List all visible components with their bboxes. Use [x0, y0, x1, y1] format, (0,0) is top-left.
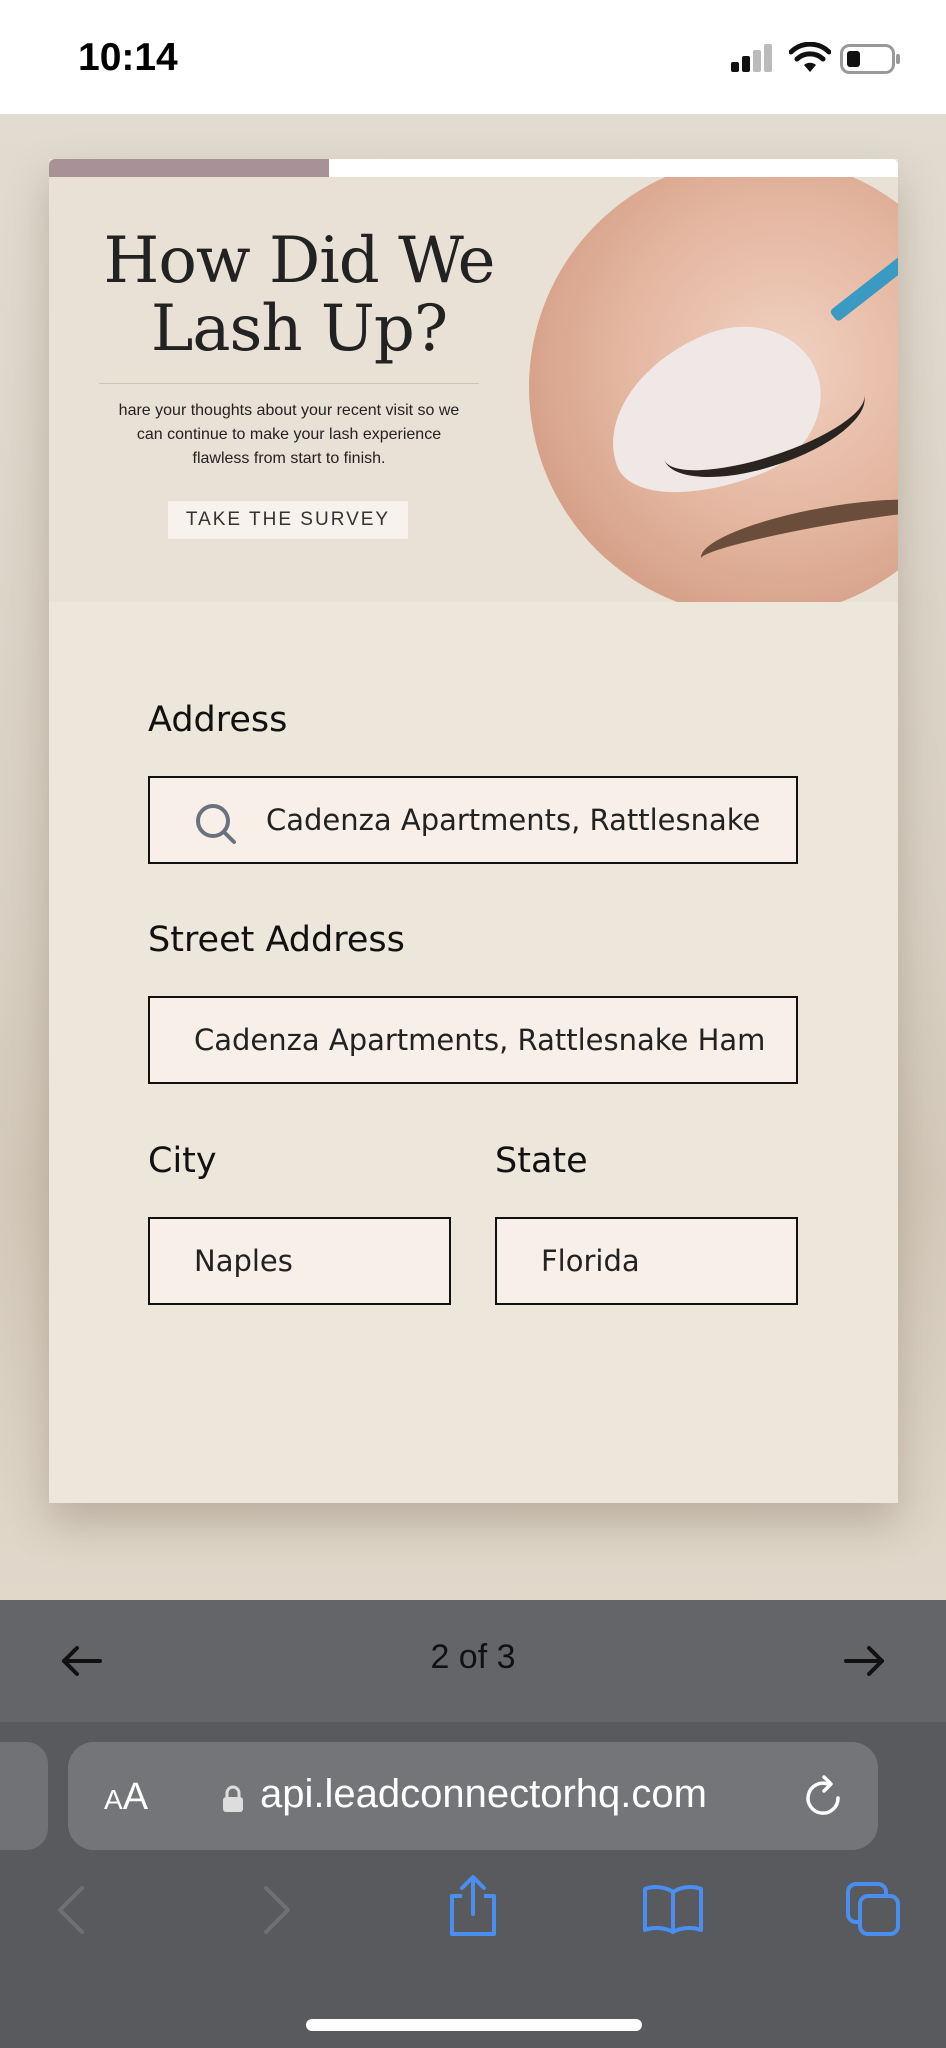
address-search-input[interactable]: Cadenza Apartments, Rattlesnake: [148, 776, 798, 864]
battery-icon: [840, 44, 900, 74]
banner-divider: [99, 383, 479, 384]
city-label: City: [148, 1141, 217, 1181]
reload-icon[interactable]: [802, 1772, 846, 1820]
reader-settings-button[interactable]: AA: [104, 1776, 148, 1819]
address-label: Address: [148, 700, 288, 740]
address-bar[interactable]: AA api.leadconnectorhq.com: [68, 1742, 878, 1850]
lock-icon: [223, 1785, 243, 1812]
progress-fill: [49, 159, 330, 177]
browser-toolbar: AA api.leadconnectorhq.com: [0, 1722, 946, 2048]
street-address-label: Street Address: [148, 920, 405, 960]
banner-subtitle: hare your thoughts about your recent vis…: [118, 402, 460, 467]
forward-icon[interactable]: [256, 1882, 296, 1938]
tabs-icon[interactable]: [846, 1882, 902, 1938]
survey-card: How Did We Lash Up? hare your thoughts a…: [49, 159, 898, 1503]
street-address-input[interactable]: Cadenza Apartments, Rattlesnake Ham: [148, 996, 798, 1084]
url-text: api.leadconnectorhq.com: [260, 1772, 707, 1816]
state-label: State: [495, 1141, 588, 1181]
status-time: 10:14: [78, 36, 178, 79]
bookmarks-icon[interactable]: [642, 1882, 704, 1934]
search-icon: [196, 804, 236, 844]
take-survey-button[interactable]: TAKE THE SURVEY: [168, 501, 408, 539]
city-value: Naples: [194, 1244, 293, 1278]
wifi-icon: [789, 42, 831, 72]
state-input[interactable]: Florida: [495, 1217, 798, 1305]
banner-title: How Did We Lash Up?: [103, 224, 496, 366]
state-value: Florida: [541, 1244, 640, 1278]
address-form: Address Cadenza Apartments, Rattlesnake …: [49, 602, 898, 1503]
cellular-signal-icon: [731, 44, 772, 72]
address-value: Cadenza Apartments, Rattlesnake: [266, 803, 761, 837]
next-match-arrow-icon[interactable]: [842, 1644, 886, 1678]
progress-track: [49, 159, 898, 177]
match-count: 2 of 3: [430, 1638, 516, 1676]
previous-tab-preview[interactable]: [0, 1742, 48, 1850]
status-bar: 10:14: [0, 0, 946, 114]
back-icon[interactable]: [52, 1882, 92, 1938]
city-input[interactable]: Naples: [148, 1217, 451, 1305]
street-address-value: Cadenza Apartments, Rattlesnake Ham: [194, 1023, 766, 1057]
find-in-page-bar: 2 of 3: [0, 1600, 946, 1722]
home-indicator: [306, 2019, 642, 2031]
share-icon[interactable]: [446, 1874, 500, 1938]
survey-banner: How Did We Lash Up? hare your thoughts a…: [49, 177, 898, 602]
